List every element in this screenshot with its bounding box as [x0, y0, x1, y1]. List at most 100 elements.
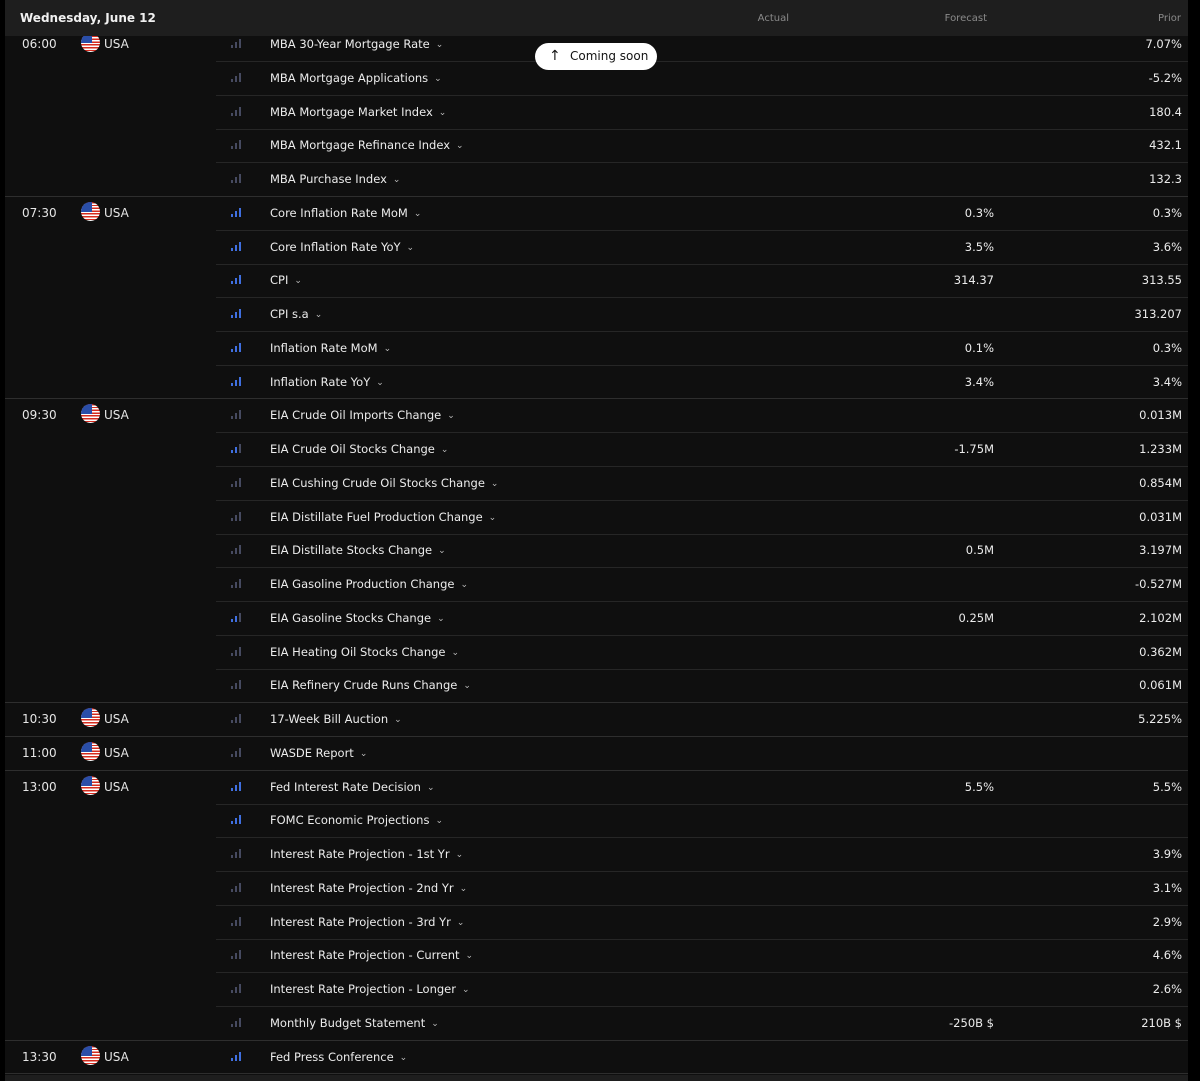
chevron-down-icon[interactable]: ⌄ — [463, 669, 471, 703]
event-name[interactable]: EIA Gasoline Stocks Change ⌄ — [270, 601, 445, 635]
event-name[interactable]: CPI ⌄ — [270, 263, 302, 297]
event-row[interactable]: MBA Mortgage Applications ⌄ -5.2% — [216, 61, 1188, 96]
chevron-down-icon[interactable]: ⌄ — [294, 264, 302, 298]
event-name[interactable]: WASDE Report ⌄ — [270, 736, 367, 770]
event-row[interactable]: EIA Gasoline Production Change ⌄ -0.527M — [216, 567, 1188, 602]
chevron-down-icon[interactable]: ⌄ — [393, 163, 401, 197]
event-row[interactable]: EIA Distillate Fuel Production Change ⌄ 0.… — [216, 500, 1188, 535]
event-row[interactable]: FOMC Economic Projections ⌄ — [216, 803, 1188, 839]
importance-icon — [231, 477, 242, 487]
event-name[interactable]: Fed Press Conference ⌄ — [270, 1040, 407, 1074]
event-row[interactable]: EIA Cushing Crude Oil Stocks Change ⌄ 0.85… — [216, 466, 1188, 501]
event-row[interactable]: Interest Rate Projection - 2nd Yr ⌄ 3.1% — [216, 871, 1188, 906]
event-name[interactable]: Interest Rate Projection - Current ⌄ — [270, 938, 473, 972]
event-name[interactable]: CPI s.a ⌄ — [270, 297, 322, 331]
event-row[interactable]: MBA Purchase Index ⌄ 132.3 — [216, 162, 1188, 196]
event-row[interactable]: Interest Rate Projection - Current ⌄ 4.6% — [216, 938, 1188, 974]
event-name[interactable]: EIA Distillate Fuel Production Change ⌄ — [270, 500, 496, 534]
chevron-down-icon[interactable]: ⌄ — [462, 973, 470, 1007]
chevron-down-icon[interactable]: ⌄ — [457, 906, 465, 940]
arrow-up-icon: ↑ — [549, 48, 561, 64]
event-row[interactable]: Interest Rate Projection - 1st Yr ⌄ 3.9% — [216, 837, 1188, 872]
event-time: 09:30 — [22, 408, 57, 423]
event-row[interactable]: EIA Distillate Stocks Change ⌄ 0.5M 3.197M — [216, 533, 1188, 569]
event-name[interactable]: Fed Interest Rate Decision ⌄ — [270, 770, 435, 804]
chevron-down-icon[interactable]: ⌄ — [384, 332, 392, 366]
event-name[interactable]: Inflation Rate YoY ⌄ — [270, 365, 384, 399]
event-row[interactable]: Interest Rate Projection - 3rd Yr ⌄ 2.9% — [216, 905, 1188, 940]
coming-soon-toast[interactable]: ↑ Coming soon — [535, 43, 657, 70]
event-row[interactable]: EIA Heating Oil Stocks Change ⌄ 0.362M — [216, 635, 1188, 670]
event-name[interactable]: Inflation Rate MoM ⌄ — [270, 331, 391, 365]
event-name-text: Inflation Rate MoM — [270, 340, 378, 355]
chevron-down-icon[interactable]: ⌄ — [376, 366, 384, 400]
event-row[interactable]: EIA Crude Oil Imports Change ⌄ 0.013M — [216, 398, 1188, 434]
event-name[interactable]: EIA Crude Oil Stocks Change ⌄ — [270, 432, 448, 466]
event-name[interactable]: Core Inflation Rate YoY ⌄ — [270, 230, 414, 264]
chevron-down-icon[interactable]: ⌄ — [460, 872, 468, 906]
chevron-down-icon[interactable]: ⌄ — [360, 737, 368, 771]
event-row[interactable]: Fed Interest Rate Decision ⌄ 5.5% 5.5% — [216, 770, 1188, 805]
event-row[interactable]: Inflation Rate MoM ⌄ 0.1% 0.3% — [216, 331, 1188, 366]
event-time: 11:00 — [22, 745, 57, 760]
event-name[interactable]: Interest Rate Projection - 3rd Yr ⌄ — [270, 905, 464, 939]
event-name[interactable]: Core Inflation Rate MoM ⌄ — [270, 196, 421, 230]
chevron-down-icon[interactable]: ⌄ — [447, 399, 455, 433]
event-row[interactable]: MBA Mortgage Market Index ⌄ 180.4 — [216, 95, 1188, 130]
chevron-down-icon[interactable]: ⌄ — [427, 771, 435, 805]
event-name[interactable]: MBA Mortgage Market Index ⌄ — [270, 95, 446, 129]
event-row[interactable]: Core Inflation Rate MoM ⌄ 0.3% 0.3% — [216, 196, 1188, 231]
chevron-down-icon[interactable]: ⌄ — [466, 939, 474, 973]
event-row[interactable]: WASDE Report ⌄ — [216, 736, 1188, 770]
chevron-down-icon[interactable]: ⌄ — [489, 501, 497, 535]
chevron-down-icon[interactable]: ⌄ — [452, 636, 460, 670]
event-name[interactable]: MBA Mortgage Applications ⌄ — [270, 61, 442, 95]
event-name[interactable]: Interest Rate Projection - 2nd Yr ⌄ — [270, 871, 467, 905]
chevron-down-icon[interactable]: ⌄ — [431, 1007, 439, 1041]
chevron-down-icon[interactable]: ⌄ — [414, 197, 422, 231]
event-name[interactable]: Interest Rate Projection - Longer ⌄ — [270, 972, 470, 1006]
chevron-down-icon[interactable]: ⌄ — [438, 534, 446, 568]
event-row[interactable]: Fed Press Conference ⌄ — [216, 1040, 1188, 1074]
event-name[interactable]: MBA Purchase Index ⌄ — [270, 162, 400, 196]
event-row[interactable]: Inflation Rate YoY ⌄ 3.4% 3.4% — [216, 365, 1188, 399]
chevron-down-icon[interactable]: ⌄ — [456, 129, 464, 163]
event-name[interactable]: Monthly Budget Statement ⌄ — [270, 1006, 439, 1040]
event-row[interactable]: EIA Refinery Crude Runs Change ⌄ 0.061M — [216, 668, 1188, 702]
chevron-down-icon[interactable]: ⌄ — [407, 231, 415, 265]
event-name[interactable]: Interest Rate Projection - 1st Yr ⌄ — [270, 837, 463, 871]
event-row[interactable]: 17-Week Bill Auction ⌄ 5.225% — [216, 702, 1188, 736]
event-row[interactable]: MBA Mortgage Refinance Index ⌄ 432.1 — [216, 128, 1188, 164]
event-name[interactable]: EIA Cushing Crude Oil Stocks Change ⌄ — [270, 466, 498, 500]
prior-value: 2.102M — [1139, 610, 1182, 625]
event-row[interactable]: EIA Crude Oil Stocks Change ⌄ -1.75M 1.233M — [216, 432, 1188, 467]
event-name[interactable]: FOMC Economic Projections ⌄ — [270, 803, 443, 837]
event-name[interactable]: 17-Week Bill Auction ⌄ — [270, 702, 402, 736]
event-name[interactable]: EIA Distillate Stocks Change ⌄ — [270, 533, 446, 567]
event-name[interactable]: MBA Mortgage Refinance Index ⌄ — [270, 128, 464, 162]
chevron-down-icon[interactable]: ⌄ — [441, 433, 449, 467]
event-name[interactable]: EIA Heating Oil Stocks Change ⌄ — [270, 635, 459, 669]
prior-value: 3.4% — [1152, 374, 1182, 389]
chevron-down-icon[interactable]: ⌄ — [439, 96, 447, 130]
event-row[interactable]: Monthly Budget Statement ⌄ -250B $ 210B $ — [216, 1006, 1188, 1040]
chevron-down-icon[interactable]: ⌄ — [437, 602, 445, 636]
event-name[interactable]: EIA Gasoline Production Change ⌄ — [270, 567, 468, 601]
chevron-down-icon[interactable]: ⌄ — [400, 1041, 408, 1075]
event-row[interactable]: CPI s.a ⌄ 313.207 — [216, 297, 1188, 332]
event-row[interactable]: Core Inflation Rate YoY ⌄ 3.5% 3.6% — [216, 230, 1188, 265]
event-row[interactable]: Interest Rate Projection - Longer ⌄ 2.6% — [216, 972, 1188, 1007]
chevron-down-icon[interactable]: ⌄ — [315, 298, 323, 332]
chevron-down-icon[interactable]: ⌄ — [435, 804, 443, 838]
forecast-value: 3.4% — [964, 374, 994, 389]
chevron-down-icon[interactable]: ⌄ — [394, 703, 402, 737]
chevron-down-icon[interactable]: ⌄ — [456, 838, 464, 872]
event-name[interactable]: EIA Crude Oil Imports Change ⌄ — [270, 398, 455, 432]
event-row[interactable]: EIA Gasoline Stocks Change ⌄ 0.25M 2.102M — [216, 601, 1188, 636]
event-name[interactable]: EIA Refinery Crude Runs Change ⌄ — [270, 668, 471, 702]
chevron-down-icon[interactable]: ⌄ — [491, 467, 499, 501]
event-name-text: WASDE Report — [270, 745, 354, 760]
chevron-down-icon[interactable]: ⌄ — [434, 62, 442, 96]
chevron-down-icon[interactable]: ⌄ — [460, 568, 468, 602]
event-row[interactable]: CPI ⌄ 314.37 313.55 — [216, 263, 1188, 299]
